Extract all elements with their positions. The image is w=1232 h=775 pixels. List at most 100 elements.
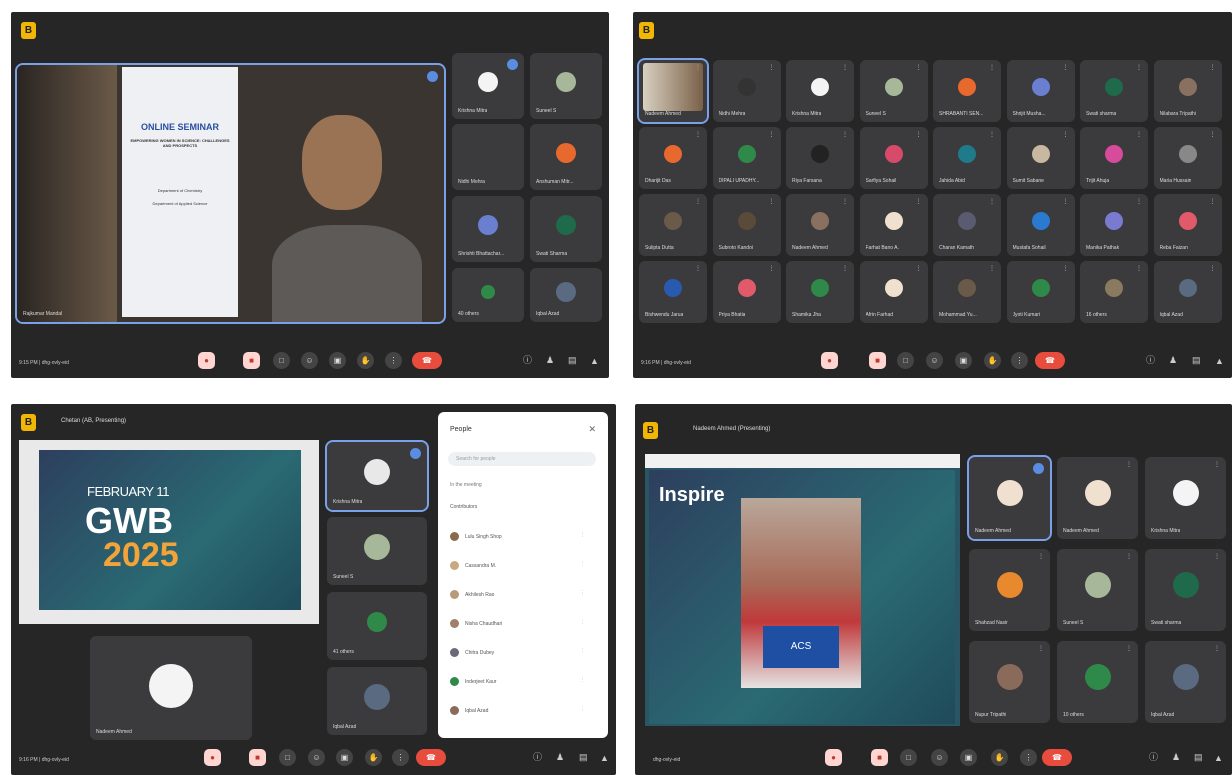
tile-p2-2[interactable]: ⋮ Nidhi Mehra [712, 60, 781, 122]
more-icon[interactable]: ⋮ [1063, 265, 1069, 272]
more-icon[interactable]: ⋮ [1126, 645, 1132, 652]
activities-icon[interactable]: ▲ [1215, 356, 1224, 366]
activities-icon[interactable]: ▲ [590, 356, 599, 366]
tile-p2-27[interactable]: ⋮ Shamika Jha [786, 261, 854, 323]
tile-p2-14[interactable]: ⋮ Sumit Sabane [1006, 127, 1075, 189]
mic-off-button[interactable]: ● [204, 749, 221, 766]
tile-p2-15[interactable]: ⋮ Trijit Ahuja [1080, 127, 1148, 189]
more-icon[interactable]: ⋮ [769, 265, 775, 272]
tile-8[interactable]: Iqbal Azad [530, 268, 602, 322]
chat-icon[interactable]: ▤ [1194, 752, 1203, 763]
mic-off-button[interactable]: ● [198, 352, 215, 369]
people-search-input[interactable]: Search for people [448, 452, 596, 466]
more-options-button[interactable]: ⋮ [1011, 352, 1028, 369]
chat-icon[interactable]: ▤ [579, 752, 588, 763]
more-icon[interactable]: ⋮ [916, 265, 922, 272]
close-icon[interactable]: ✕ [588, 424, 596, 435]
chat-icon[interactable]: ▤ [568, 355, 577, 366]
more-icon[interactable]: ⋮ [1214, 645, 1220, 652]
more-icon[interactable]: ⋮ [580, 648, 585, 654]
tile-2[interactable]: Suneel S [530, 53, 602, 119]
more-icon[interactable]: ⋮ [989, 198, 995, 205]
tile-p2-25[interactable]: ⋮ Bishwendu Jarua [639, 261, 707, 323]
tile-p2-4[interactable]: ⋮ Suneel S [859, 60, 928, 122]
participant-row[interactable]: Nisha Chaudhari ⋮ [450, 619, 585, 628]
raise-hand-button[interactable]: ✋ [365, 749, 382, 766]
present-button[interactable]: ▣ [960, 749, 977, 766]
info-icon[interactable]: ⓘ [1146, 353, 1155, 366]
participant-row[interactable]: Iqbal Azad ⋮ [450, 706, 585, 715]
more-icon[interactable]: ⋮ [916, 198, 922, 205]
activities-icon[interactable]: ▲ [600, 753, 609, 763]
more-icon[interactable]: ⋮ [769, 131, 775, 138]
tile-p4-4[interactable]: ⋮ Shahzad Nasir [969, 549, 1050, 631]
more-icon[interactable]: ⋮ [916, 64, 922, 71]
more-icon[interactable]: ⋮ [842, 265, 848, 272]
info-icon[interactable]: ⓘ [1149, 750, 1158, 763]
tile-p2-5[interactable]: ⋮ SHRABANTI SEN... [933, 60, 1001, 122]
present-button[interactable]: ▣ [329, 352, 346, 369]
tile-6[interactable]: Swati Sharma [530, 196, 602, 262]
tile-p2-32[interactable]: ⋮ Iqbal Azad [1153, 261, 1222, 323]
mic-off-button[interactable]: ● [821, 352, 838, 369]
participant-row[interactable]: Chitra Dubey ⋮ [450, 648, 585, 657]
tile-p4-5[interactable]: ⋮ Suneel S [1057, 549, 1138, 631]
more-icon[interactable]: ⋮ [1063, 198, 1069, 205]
more-icon[interactable]: ⋮ [580, 677, 585, 683]
self-view-tile[interactable]: Nadeem Ahmed [90, 636, 252, 740]
raise-hand-button[interactable]: ✋ [357, 352, 374, 369]
more-options-button[interactable]: ⋮ [392, 749, 409, 766]
tile-p2-18[interactable]: ⋮ Subroto Kandoi [712, 194, 781, 256]
present-button[interactable]: ▣ [955, 352, 972, 369]
captions-button[interactable]: □ [897, 352, 914, 369]
tile-p3-3[interactable]: 41 others [327, 592, 427, 660]
end-call-button[interactable]: ☎ [1035, 352, 1065, 369]
tile-p2-19[interactable]: ⋮ Nadeem Ahmed [786, 194, 854, 256]
more-icon[interactable]: ⋮ [842, 198, 848, 205]
tile-p2-21[interactable]: ⋮ Charan Kamath [933, 194, 1001, 256]
more-icon[interactable]: ⋮ [842, 131, 848, 138]
more-icon[interactable]: ⋮ [580, 532, 585, 538]
tile-p4-1[interactable]: Nadeem Ahmed [967, 455, 1052, 541]
tile-p2-7[interactable]: ⋮ Swati sharma [1080, 60, 1148, 122]
tile-p4-6[interactable]: ⋮ Swati sharma [1145, 549, 1226, 631]
chat-icon[interactable]: ▤ [1192, 355, 1201, 366]
more-icon[interactable]: ⋮ [1126, 461, 1132, 468]
more-icon[interactable]: ⋮ [580, 706, 585, 712]
end-call-button[interactable]: ☎ [412, 352, 442, 369]
more-icon[interactable]: ⋮ [1210, 265, 1216, 272]
captions-button[interactable]: □ [273, 352, 290, 369]
tile-p2-23[interactable]: ⋮ Manika Pathak [1080, 194, 1148, 256]
tile-p2-9[interactable]: ⋮ Dharijit Das [639, 127, 707, 189]
end-call-button[interactable]: ☎ [1042, 749, 1072, 766]
info-icon[interactable]: ⓘ [523, 353, 532, 366]
captions-button[interactable]: □ [900, 749, 917, 766]
tile-p2-10[interactable]: ⋮ DIPALI UPADHY... [712, 127, 781, 189]
tile-3[interactable]: Nidhi Mehra [452, 124, 524, 190]
more-icon[interactable]: ⋮ [1136, 265, 1142, 272]
more-icon[interactable]: ⋮ [989, 131, 995, 138]
info-icon[interactable]: ⓘ [533, 750, 542, 763]
more-icon[interactable]: ⋮ [1136, 64, 1142, 71]
tile-5[interactable]: Shrishti Bhattachar... [452, 196, 524, 262]
tile-p3-4[interactable]: Iqbal Azad [327, 667, 427, 735]
more-icon[interactable]: ⋮ [1038, 553, 1044, 560]
more-icon[interactable]: ⋮ [1038, 645, 1044, 652]
tile-p2-22[interactable]: ⋮ Mustafa Sohail [1006, 194, 1075, 256]
people-icon[interactable]: ♟ [1172, 752, 1180, 763]
end-call-button[interactable]: ☎ [416, 749, 446, 766]
camera-off-button[interactable]: ■ [249, 749, 266, 766]
tile-p2-26[interactable]: ⋮ Priya Bhatia [712, 261, 781, 323]
more-icon[interactable]: ⋮ [1214, 553, 1220, 560]
more-icon[interactable]: ⋮ [1136, 131, 1142, 138]
tile-p4-2[interactable]: ⋮ Nadeem Ahmed [1057, 457, 1138, 539]
more-icon[interactable]: ⋮ [1210, 198, 1216, 205]
tile-p4-9[interactable]: ⋮ Iqbal Azad [1145, 641, 1226, 723]
more-icon[interactable]: ⋮ [989, 265, 995, 272]
tile-p3-1[interactable]: Krishna Mitra [325, 440, 429, 512]
more-icon[interactable]: ⋮ [580, 619, 585, 625]
more-icon[interactable]: ⋮ [695, 198, 701, 205]
more-icon[interactable]: ⋮ [1126, 553, 1132, 560]
tile-p2-1[interactable]: ⋮ Nadeem Ahmed [637, 58, 709, 124]
more-icon[interactable]: ⋮ [916, 131, 922, 138]
